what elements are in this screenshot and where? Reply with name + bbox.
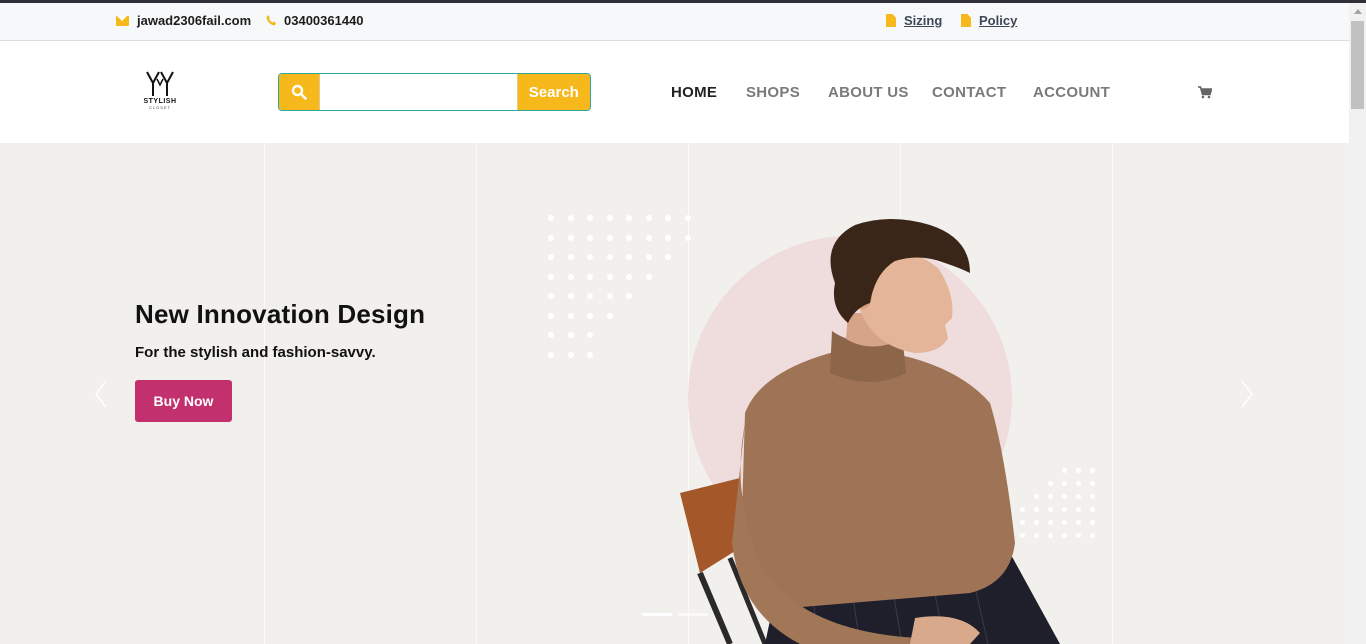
- decorative-dot: [587, 273, 593, 280]
- phone-icon: [266, 15, 276, 26]
- decorative-dot: [606, 273, 613, 280]
- nav-about-us[interactable]: ABOUT US: [828, 84, 909, 101]
- decorative-dot: [587, 351, 593, 358]
- decorative-dot: [567, 351, 574, 358]
- decorative-dot: [626, 215, 632, 221]
- decorative-dot: [626, 273, 632, 280]
- decorative-dot: [548, 234, 554, 241]
- page-scrollbar[interactable]: [1349, 3, 1366, 644]
- logo-text: STYLISH: [143, 98, 177, 105]
- decorative-dot: [548, 254, 554, 260]
- decorative-dot: [548, 215, 554, 221]
- scrollbar-thumb[interactable]: [1351, 21, 1364, 109]
- document-icon: [961, 14, 971, 27]
- decorative-dot: [606, 215, 613, 221]
- decorative-dot: [567, 234, 574, 241]
- hero-slider: New Innovation Design For the stylish an…: [0, 143, 1349, 644]
- decorative-dot: [567, 312, 574, 319]
- cart-icon[interactable]: [1198, 86, 1213, 104]
- brand-logo[interactable]: STYLISH CLOSET: [140, 71, 180, 113]
- phone-text: 03400361440: [284, 13, 364, 28]
- decorative-dot: [587, 293, 593, 299]
- decorative-dot: [567, 293, 574, 299]
- decorative-dot: [587, 215, 593, 221]
- search-icon[interactable]: [279, 74, 319, 110]
- hero-subtitle: For the stylish and fashion-savvy.: [135, 344, 376, 361]
- decorative-dot: [548, 273, 554, 280]
- nav-account[interactable]: ACCOUNT: [1033, 84, 1110, 101]
- grid-line: [264, 143, 265, 644]
- slider-prev-icon[interactable]: [94, 380, 108, 408]
- decorative-dot: [567, 273, 574, 280]
- slider-next-icon[interactable]: [1240, 380, 1254, 408]
- main-header: STYLISH CLOSET Search HOME SHOPS ABOUT U…: [0, 41, 1349, 143]
- phone-contact[interactable]: 03400361440: [266, 13, 364, 28]
- logo-mark-icon: [146, 71, 174, 96]
- decorative-dot: [626, 234, 632, 241]
- decorative-dot: [645, 234, 652, 241]
- decorative-dot: [1090, 481, 1095, 486]
- decorative-dot: [1090, 494, 1095, 499]
- sizing-link[interactable]: Sizing: [886, 13, 942, 28]
- decorative-dot: [548, 312, 554, 319]
- search-input[interactable]: [318, 74, 518, 110]
- nav-shops[interactable]: SHOPS: [746, 84, 800, 101]
- decorative-dot: [567, 215, 574, 221]
- decorative-dot: [1090, 507, 1095, 512]
- envelope-icon: [116, 15, 129, 26]
- top-info-bar: jawad2306fail.com 03400361440 Sizing Pol…: [0, 3, 1349, 41]
- policy-link[interactable]: Policy: [961, 13, 1017, 28]
- decorative-dot: [626, 293, 632, 299]
- hero-model-image: [680, 219, 1060, 644]
- decorative-dot: [606, 234, 613, 241]
- decorative-dot: [587, 312, 593, 319]
- nav-home[interactable]: HOME: [671, 84, 717, 101]
- decorative-dot: [645, 273, 652, 280]
- search-bar: Search: [278, 73, 591, 111]
- document-icon: [886, 14, 896, 27]
- slide-indicator[interactable]: [678, 613, 708, 616]
- grid-line: [1112, 143, 1113, 644]
- email-text: jawad2306fail.com: [137, 13, 252, 28]
- decorative-dot: [587, 254, 593, 260]
- decorative-dot: [606, 293, 613, 299]
- policy-link-label[interactable]: Policy: [979, 13, 1017, 28]
- decorative-dot: [548, 351, 554, 358]
- hero-title: New Innovation Design: [135, 299, 426, 329]
- grid-line: [476, 143, 477, 644]
- decorative-dot: [645, 254, 652, 260]
- email-contact[interactable]: jawad2306fail.com: [116, 13, 251, 28]
- decorative-dot: [1090, 468, 1095, 473]
- decorative-dot: [606, 312, 613, 319]
- decorative-dot: [1090, 533, 1095, 538]
- decorative-dot: [548, 293, 554, 299]
- slide-indicator-active[interactable]: [642, 613, 672, 616]
- sizing-link-label[interactable]: Sizing: [904, 13, 942, 28]
- decorative-dot: [1090, 520, 1095, 525]
- decorative-dot: [567, 254, 574, 260]
- scroll-up-arrow-icon[interactable]: [1354, 9, 1362, 14]
- logo-subtext: CLOSET: [148, 105, 171, 110]
- decorative-dot: [548, 332, 554, 338]
- decorative-dot: [567, 332, 574, 338]
- buy-now-button[interactable]: Buy Now: [135, 380, 232, 422]
- decorative-dot: [626, 254, 632, 260]
- search-button[interactable]: Search: [517, 74, 590, 110]
- decorative-dot: [587, 332, 593, 338]
- nav-contact[interactable]: CONTACT: [932, 84, 1006, 101]
- decorative-dot: [606, 254, 613, 260]
- decorative-dot: [587, 234, 593, 241]
- decorative-dot: [645, 215, 652, 221]
